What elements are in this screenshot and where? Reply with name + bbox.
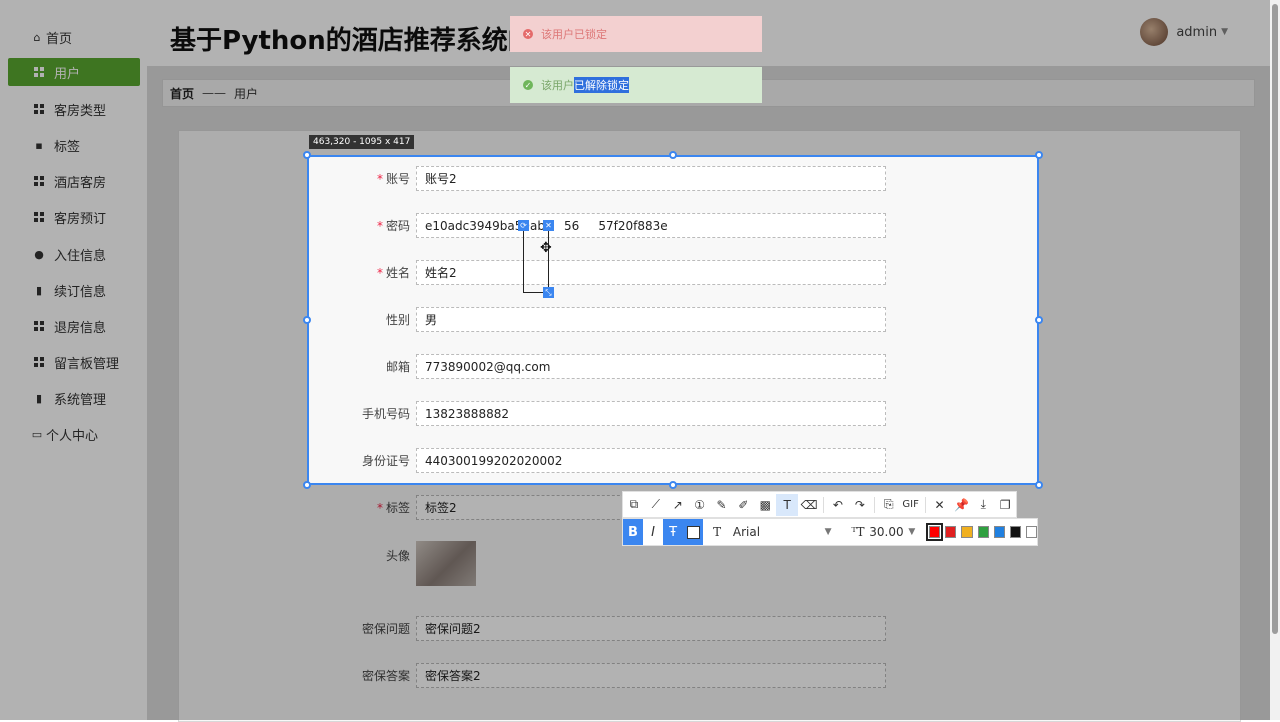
fill-toggle-icon[interactable] [683, 519, 704, 545]
color-swatch-blue[interactable] [993, 526, 1005, 538]
font-name: Arial [732, 525, 761, 539]
text-icon[interactable]: T [776, 493, 799, 516]
success-toast: ✓ 该用户 已解除锁定 [510, 67, 762, 103]
resize-handle[interactable] [1035, 151, 1043, 159]
color-swatch-red[interactable] [945, 526, 957, 538]
annotation-toolbar: ⧉ ⟋ ↗ ① ✎ ✐ ▩ T ⌫ ↶ ↷ ⎘ GIF ✕ 📌 ⤓ ❐ [622, 491, 1017, 518]
resize-handle[interactable] [303, 481, 311, 489]
textbox-border [523, 225, 524, 293]
resize-handle[interactable] [669, 151, 677, 159]
mosaic-icon[interactable]: ▩ [754, 494, 776, 516]
error-toast: ✕ 该用户已锁定 [510, 16, 762, 52]
resize-icon[interactable]: ⤡ [543, 287, 554, 298]
color-swatch-green[interactable] [977, 526, 989, 538]
check-icon: ✓ [523, 80, 533, 90]
selection-dimension-label: 463,320 - 1095 x 417 [309, 135, 415, 149]
redo-icon[interactable]: ↷ [849, 494, 871, 516]
textbox-border [548, 225, 549, 293]
move-cursor-icon: ✥ [540, 240, 552, 256]
italic-button[interactable]: I [643, 519, 664, 545]
color-swatch-red-selected[interactable] [926, 523, 944, 541]
color-swatch-white[interactable] [1025, 526, 1038, 538]
error-icon: ✕ [523, 29, 533, 39]
close-icon[interactable]: ✕ [929, 494, 951, 516]
polyline-icon[interactable]: ⟋ [645, 494, 667, 516]
separator [823, 496, 825, 513]
dim-overlay [1039, 155, 1280, 485]
delete-icon[interactable]: ✕ [543, 220, 554, 231]
chevron-down-icon: ▼ [824, 527, 832, 537]
eraser-icon[interactable]: ⌫ [798, 494, 820, 516]
number-icon[interactable]: ① [689, 494, 711, 516]
pin-icon[interactable]: 📌 [950, 494, 972, 516]
undo-icon[interactable]: ↶ [827, 494, 849, 516]
rotate-icon[interactable]: ⟳ [518, 220, 529, 231]
resize-handle[interactable] [303, 151, 311, 159]
font-size-icon: ᵀT [851, 525, 865, 539]
color-swatch-yellow[interactable] [961, 526, 973, 538]
font-family-icon: T [713, 525, 722, 539]
copy-icon[interactable]: ❐ [994, 494, 1016, 516]
toast-message: 该用户已锁定 [541, 28, 607, 41]
font-size-value: 30.00 [869, 525, 904, 539]
rect-ellipse-icon[interactable]: ⧉ [623, 494, 645, 516]
text-background-icon[interactable]: Ŧ [663, 519, 684, 545]
highlighter-icon[interactable]: ✐ [732, 494, 754, 516]
download-icon[interactable]: ⤓ [972, 494, 994, 516]
scrollbar[interactable] [1270, 0, 1280, 720]
color-swatch-black[interactable] [1009, 526, 1021, 538]
font-select[interactable]: T Arial ▼ [713, 525, 831, 539]
resize-handle[interactable] [303, 316, 311, 324]
bold-button[interactable]: B [623, 519, 644, 545]
gif-button[interactable]: GIF [900, 494, 922, 516]
dim-overlay [0, 155, 307, 485]
resize-handle[interactable] [1035, 481, 1043, 489]
capture-selection[interactable] [307, 155, 1039, 485]
pen-icon[interactable]: ✎ [711, 494, 733, 516]
chevron-down-icon: ▼ [908, 527, 916, 537]
resize-handle[interactable] [1035, 316, 1043, 324]
font-size-select[interactable]: ᵀT 30.00 ▼ [852, 525, 916, 539]
separator [924, 496, 926, 513]
toast-message-prefix: 该用户 [541, 79, 574, 92]
text-format-toolbar: B I Ŧ T Arial ▼ ᵀT 30.00 ▼ [622, 518, 1038, 546]
resize-handle[interactable] [669, 481, 677, 489]
save-icon[interactable]: ⎘ [878, 494, 900, 516]
scrollbar-thumb[interactable] [1272, 4, 1278, 634]
arrow-icon[interactable]: ↗ [667, 494, 689, 516]
toast-message-highlight: 已解除锁定 [574, 77, 629, 93]
separator [873, 496, 875, 513]
